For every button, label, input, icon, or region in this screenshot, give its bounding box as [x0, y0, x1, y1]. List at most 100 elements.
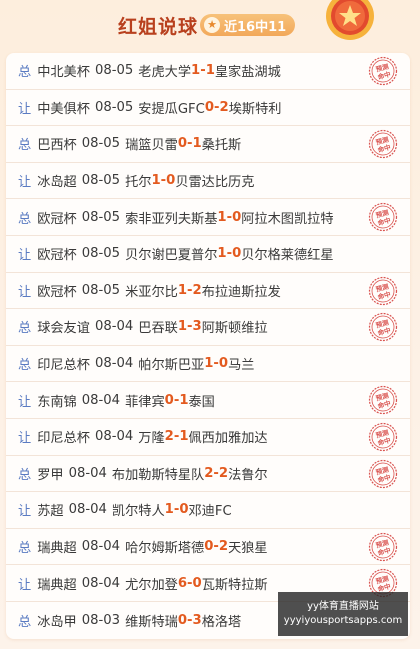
home-score: 2 — [164, 429, 174, 445]
list-item[interactable]: 总罗甲 08-04 布加勒斯特星队 2 - 2 法鲁尔 预测 命中 — [6, 456, 410, 493]
list-item[interactable]: 总瑞典超 08-04 哈尔姆斯塔德 0 - 2 天狼星 预测 命中 — [6, 529, 410, 566]
league-name: 瑞典超 — [37, 541, 77, 557]
league-name: 中美俱杯 — [37, 101, 90, 117]
away-team: 布拉迪斯拉发 — [201, 284, 281, 300]
away-score: 1 — [205, 63, 215, 79]
home-score: 0 — [177, 136, 188, 152]
page-title: 红姐说球 — [118, 16, 199, 38]
prediction-type: 总 — [18, 467, 32, 483]
home-team: 米亚尔比 — [125, 284, 178, 300]
away-team: 马兰 — [228, 358, 255, 374]
away-team: 阿拉木图凯拉特 — [241, 211, 334, 227]
away-team: 格洛塔 — [201, 614, 242, 630]
away-score: 0 — [166, 173, 176, 189]
away-team: 桑托斯 — [201, 138, 242, 154]
away-score: 1 — [192, 136, 202, 152]
away-team: 埃斯特利 — [228, 101, 282, 117]
star-icon: ★ — [204, 17, 220, 33]
away-score: 0 — [232, 246, 242, 262]
list-item[interactable]: 让中美俱杯 08-05 安提瓜GFC 0 - 2 埃斯特利 — [6, 90, 410, 127]
league-name: 中北美杯 — [37, 65, 90, 81]
home-score: 1 — [191, 63, 201, 79]
home-score: 0 — [204, 539, 214, 555]
away-team: 佩西加雅加达 — [188, 431, 268, 447]
away-team: 皇家盐湖城 — [214, 65, 281, 81]
hit-stamp-icon: 预测命中 — [368, 422, 398, 452]
away-score: 0 — [192, 575, 202, 591]
away-team: 贝尔格莱德红星 — [241, 248, 334, 264]
away-team: 天狼星 — [228, 541, 268, 557]
home-score: 1 — [217, 209, 227, 225]
home-team: 维斯特瑞 — [125, 614, 178, 630]
list-item[interactable]: 总欧冠杯 08-05 索非亚列夫斯基 1 - 0 阿拉木图凯拉特 预测 命中 — [6, 199, 410, 236]
home-score: 1 — [177, 282, 188, 298]
league-name: 罗甲 — [37, 467, 64, 483]
list-item[interactable]: 总巴西杯 08-05 瑞篮贝雷 0 - 1 桑托斯 预测 命中 — [6, 126, 410, 163]
prediction-type: 让 — [18, 577, 32, 593]
league-name: 球会友谊 — [37, 321, 90, 337]
home-score: 0 — [204, 99, 215, 115]
prediction-type: 总 — [18, 138, 32, 154]
record-text: 近16中11 — [224, 19, 287, 35]
away-score: 2 — [218, 465, 229, 481]
away-score: 0 — [218, 356, 229, 372]
match-date: 08-04 — [68, 465, 107, 481]
header: 红姐说球 ★ 近16中11 — [0, 0, 420, 52]
list-item[interactable]: 总球会友谊 08-04 巴吞联 1 - 3 阿斯顿维拉 预测 命中 — [6, 309, 410, 346]
home-team: 索非亚列夫斯基 — [125, 211, 218, 227]
home-team: 贝尔谢巴夏普尔 — [125, 248, 218, 264]
home-score: 1 — [177, 319, 188, 335]
match-date: 08-05 — [81, 246, 121, 262]
match-date: 08-04 — [94, 356, 134, 372]
match-date: 08-04 — [94, 429, 134, 445]
away-team: 贝雷达比历克 — [175, 175, 255, 191]
list-item[interactable]: 总中北美杯 08-05 老虎大学 1 - 1 皇家盐湖城 预测 命中 — [6, 53, 410, 90]
home-team: 万隆 — [138, 431, 165, 447]
hit-stamp-icon: 预测命中 — [368, 313, 398, 342]
away-team: 邓迪FC — [188, 504, 232, 520]
match-date: 08-04 — [81, 575, 121, 591]
away-score: 3 — [192, 612, 202, 628]
league-name: 欧冠杯 — [37, 211, 77, 227]
league-name: 欧冠杯 — [37, 248, 77, 264]
home-score: 2 — [204, 465, 214, 481]
home-team: 帕尔斯巴亚 — [138, 358, 205, 374]
list-item[interactable]: 让欧冠杯 08-05 米亚尔比 1 - 2 布拉迪斯拉发 预测 命中 — [6, 273, 410, 310]
list-item[interactable]: 让欧冠杯 08-05 贝尔谢巴夏普尔 1 - 0 贝尔格莱德红星 — [6, 236, 410, 273]
list-item[interactable]: 让冰岛超 08-05 托尔 1 - 0 贝雷达比历克 — [6, 163, 410, 200]
away-team: 阿斯顿维拉 — [201, 321, 268, 337]
match-date: 08-05 — [81, 282, 121, 298]
home-score: 1 — [151, 173, 161, 189]
list-item[interactable]: 让东南锦 08-04 菲律宾 0 - 1 泰国 预测 命中 — [6, 382, 410, 419]
hit-stamp-icon: 预测命中 — [368, 203, 398, 232]
league-name: 冰岛超 — [37, 175, 77, 191]
prediction-list: 总中北美杯 08-05 老虎大学 1 - 1 皇家盐湖城 预测 命中让 中美俱杯 08-05 安提… — [6, 53, 410, 639]
match-date: 08-05 — [81, 173, 121, 189]
away-score: 2 — [219, 99, 229, 115]
home-score: 1 — [204, 356, 214, 372]
home-team: 安提瓜GFC — [138, 101, 205, 117]
away-score: 1 — [179, 429, 189, 445]
hit-stamp-icon: 预测命中 — [368, 276, 398, 305]
league-name: 巴西杯 — [37, 138, 77, 154]
away-score: 0 — [232, 209, 242, 225]
home-team: 尤尔加登 — [125, 577, 178, 593]
prediction-type: 让 — [18, 248, 32, 264]
home-score: 6 — [177, 575, 188, 591]
prediction-type: 总 — [18, 358, 32, 374]
hit-stamp-icon: 预测命中 — [368, 459, 398, 488]
list-item[interactable]: 让印尼总杯 08-04 万隆 2 - 1 佩西加雅加达 预测 命中 — [6, 419, 410, 456]
list-item[interactable]: 让苏超 08-04 凯尔特人 1 - 0 邓迪FC — [6, 492, 410, 529]
away-team: 瓦斯特拉斯 — [201, 577, 268, 593]
list-item[interactable]: 总印尼总杯 08-04 帕尔斯巴亚 1 - 0 马兰 — [6, 346, 410, 383]
prediction-type: 总 — [18, 321, 32, 337]
match-date: 08-04 — [68, 502, 107, 518]
watermark-line2: yyyiyousportsapps.com — [283, 615, 403, 626]
record-badge: ★ 近16中11 — [200, 14, 296, 36]
home-score: 1 — [217, 246, 227, 262]
away-team: 泰国 — [188, 394, 215, 410]
home-score: 0 — [177, 612, 188, 628]
home-team: 老虎大学 — [138, 65, 192, 81]
prediction-type: 总 — [18, 541, 32, 557]
prediction-type: 总 — [18, 614, 32, 630]
